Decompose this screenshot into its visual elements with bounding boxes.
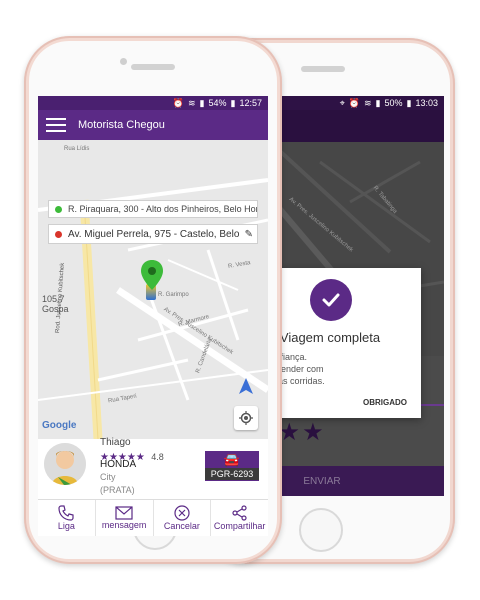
map-label-rua-lidis: Rua Lídis [64,146,90,152]
share-button[interactable]: Compartilhar [211,500,268,536]
car-color: (PRATA) [100,485,135,495]
phone-icon [58,505,74,521]
alarm-icon: ⏰ [348,97,360,108]
back-time: 13:03 [415,98,438,108]
check-circle-icon [310,279,352,321]
wifi-icon: ≋ [364,97,372,108]
message-button[interactable]: mensagem [96,500,154,536]
destination-address-field[interactable]: Av. Miguel Perrela, 975 - Castelo, Belo … [48,224,258,244]
front-camera [120,58,127,65]
envelope-icon [115,506,133,520]
front-speaker [131,64,175,70]
front-status-bar: ⏰ ≋ ▮ 54% ▮ 12:57 [38,96,268,110]
front-phone: ⏰ ≋ ▮ 54% ▮ 12:57 Motorista Chegou Rua L… [24,36,282,564]
signal-icon: ▮ [199,97,205,108]
front-screen: ⏰ ≋ ▮ 54% ▮ 12:57 Motorista Chegou Rua L… [38,96,268,536]
navigation-arrow-icon [239,378,253,394]
car-icon: 🚘 [223,452,241,467]
origin-dot-icon [55,205,62,213]
origin-address-field[interactable]: R. Piraquara, 300 - Alto dos Pinheiros, … [48,200,258,218]
car-plate-badge: 🚘 PGR-6293 [205,451,259,481]
driver-avatar [44,443,86,485]
cancel-button[interactable]: Cancelar [154,500,212,536]
back-home-button[interactable] [299,508,343,552]
battery-icon: ▮ [230,97,236,108]
share-icon [232,505,247,521]
bottom-action-bar: Liga mensagem Cancelar Compartilhar [38,499,268,536]
car-make: HONDA [100,459,137,470]
car-model: City [100,472,116,482]
front-time: 12:57 [239,98,262,108]
destination-address: Av. Miguel Perrela, 975 - Castelo, Belo … [68,228,241,240]
call-button[interactable]: Liga [38,500,96,536]
back-submit-label: ENVIAR [303,475,341,487]
call-label: Liga [57,521,75,531]
front-app-bar: Motorista Chegou [38,110,268,140]
driver-card: Thiago ★★★★★ 4.8 HONDA City (PRATA) 🚘 PG… [38,437,268,501]
driver-rating-value: 4.8 [151,452,164,462]
navigation-arrow-button[interactable] [236,376,256,396]
map-label-radio: 105.7 [42,294,65,304]
dialog-ok-button[interactable]: OBRIGADO [363,398,407,407]
cancel-circle-icon [174,505,190,521]
my-location-button[interactable] [234,406,258,430]
map-label-radio-sub: Gospa [42,304,69,314]
map-view[interactable]: Rua Lídis Av. Pres. Juscelino Kubitschek… [38,140,268,439]
hamburger-menu-icon[interactable] [46,118,66,132]
map-label-garimpo: R. Garimpo [158,292,189,298]
front-battery: 54% [208,98,227,108]
cancel-label: Cancelar [163,521,200,531]
origin-address: R. Piraquara, 300 - Alto dos Pinheiros, … [68,204,258,214]
location-pin-icon [141,260,163,290]
alarm-icon: ⏰ [172,97,184,108]
message-label: mensagem [101,520,147,530]
location-icon: ⌖ [339,97,345,108]
wifi-icon: ≋ [188,97,196,108]
destination-dot-icon [55,230,62,238]
battery-icon: ▮ [406,97,412,108]
crosshair-icon [239,411,253,425]
back-speaker [301,66,345,72]
google-logo: Google [42,420,77,431]
share-label: Compartilhar [213,521,266,531]
signal-icon: ▮ [375,97,381,108]
car-plate: PGR-6293 [205,468,259,480]
edit-pencil-icon[interactable]: ✎ [245,229,253,240]
page-title: Motorista Chegou [78,119,165,131]
back-battery: 50% [384,98,403,108]
